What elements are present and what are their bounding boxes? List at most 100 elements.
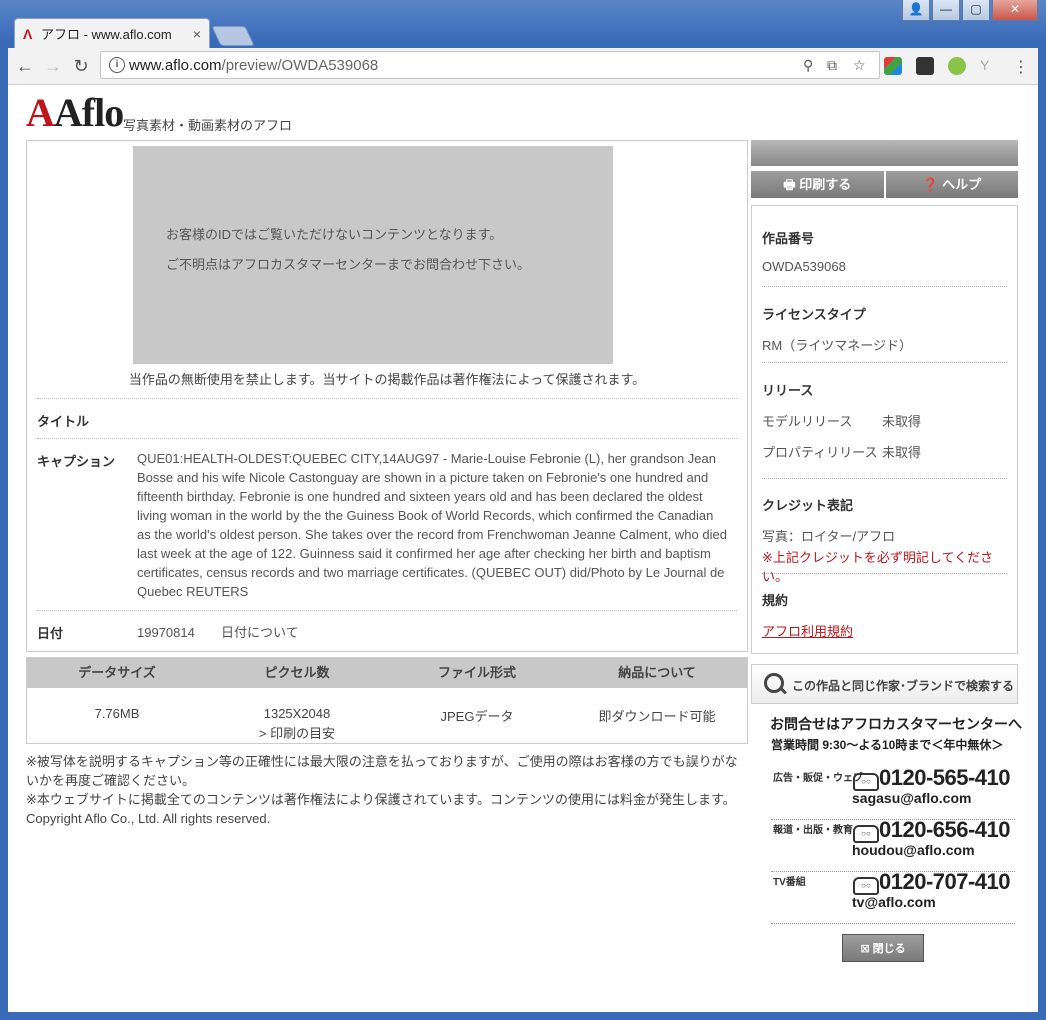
minimize-button[interactable]: —	[932, 0, 960, 21]
translate-icon[interactable]: ⧉	[827, 57, 837, 74]
logo-text: Aflo	[53, 90, 124, 135]
sidebar-header-bar	[751, 140, 1018, 166]
help-button-label: ヘルプ	[942, 177, 982, 192]
search-icon	[764, 673, 784, 693]
contact-mail[interactable]: tv@aflo.com	[852, 894, 936, 910]
page-content: AAflo 写真素材・動画素材のアフロ お客様のIDではご覧いただけないコンテン…	[8, 85, 1038, 1012]
menu-icon[interactable]: ⋮	[1012, 57, 1030, 76]
release-section: リリース モデルリリース 未取得 プロパティリリース 未取得	[762, 380, 1007, 479]
new-tab-button[interactable]	[211, 26, 255, 46]
browser-tab[interactable]: Ʌ アフロ - www.aflo.com ×	[14, 18, 210, 48]
info-icon[interactable]: i	[109, 57, 125, 73]
sidebar-buttons: 🖶 印刷する ❓ ヘルプ	[751, 171, 1018, 198]
terms-label: 規約	[762, 593, 789, 608]
work-no-value: OWDA539068	[762, 259, 846, 274]
close-button-label: 閉じる	[872, 943, 906, 955]
contact-tel[interactable]: 0120-565-410	[879, 765, 1011, 791]
specs-header: ファイル形式	[437, 665, 516, 680]
note-caption-accuracy: ※被写体を説明するキャプション等の正確性には最大限の注意を払っておりますが、ご使…	[26, 754, 738, 788]
preview-placeholder: お客様のIDではご覧いただけないコンテンツとなります。 ご不明点はアフロカスタマ…	[133, 146, 613, 364]
window-controls: 👤 — ▢ ✕	[902, 0, 1038, 21]
print-button-label: 印刷する	[799, 177, 852, 192]
copyright-footer: Copyright Aflo Co., Ltd. All rights rese…	[26, 811, 271, 826]
search-button-label: この作品と同じ作家･ブランドで検索する	[792, 679, 1015, 693]
contact-tel[interactable]: 0120-707-410	[879, 869, 1011, 895]
print-guide-link[interactable]: > 印刷の目安	[207, 723, 387, 742]
maximize-button[interactable]: ▢	[962, 0, 990, 21]
title-label: タイトル	[37, 414, 90, 429]
contact-type: 広告・販促・ウェブ	[773, 773, 863, 784]
bookmark-star-icon[interactable]: ☆	[853, 57, 866, 74]
model-release-label: モデルリリース	[762, 414, 853, 429]
tab-title: アフロ - www.aflo.com	[41, 27, 172, 42]
help-button[interactable]: ❓ ヘルプ	[885, 171, 1018, 198]
freedial-icon: ○○	[853, 773, 879, 791]
contact-hours: 営業時間 9:30～よる10時まで＜年中無休＞	[771, 738, 1004, 752]
specs-header: データサイズ	[78, 665, 156, 680]
site-tagline: 写真素材・動画素材のアフロ	[123, 118, 293, 133]
specs-header: 納品について	[618, 665, 696, 680]
close-window-button[interactable]: ✕	[992, 0, 1038, 21]
date-info-link[interactable]: 日付について	[221, 623, 299, 642]
contact-type: 報道・出版・教育	[773, 825, 853, 836]
model-release-value: 未取得	[882, 414, 922, 429]
license-value: RM（ライツマネージド）	[762, 338, 912, 353]
extension-badge-icon[interactable]	[916, 57, 934, 75]
credit-warning: ※上記クレジットを必ず明記してください。	[762, 550, 994, 584]
caption-label: キャプション	[37, 454, 116, 469]
close-icon: ⊠	[860, 943, 873, 955]
terms-link[interactable]: アフロ利用規約	[762, 621, 1007, 640]
date-value: 19970814	[137, 625, 195, 640]
reload-icon[interactable]: ↻	[70, 56, 92, 77]
print-button[interactable]: 🖶 印刷する	[751, 171, 884, 198]
caption-value: QUE01:HEALTH-OLDEST:QUEBEC CITY,14AUG97 …	[137, 451, 727, 599]
aflo-logo[interactable]: AAflo	[26, 89, 124, 136]
date-label: 日付	[37, 626, 64, 641]
date-row: 日付 19970814 日付について	[37, 610, 737, 651]
forward-icon[interactable]: →	[42, 56, 64, 77]
specs-header: ピクセル数	[264, 665, 330, 680]
pixel-count-cell: 1325X2048 > 印刷の目安	[207, 706, 387, 742]
contact-row: TV番組 ○○ 0120-707-410 tv@aflo.com	[771, 869, 1015, 924]
model-release-line: モデルリリース 未取得	[762, 411, 1007, 430]
pixel-count-value: 1325X2048	[263, 706, 331, 721]
question-icon: ❓	[922, 177, 943, 192]
key-icon[interactable]: ⚲	[803, 57, 813, 74]
credit-value: 写真：ロイター/アフロ	[762, 529, 896, 544]
extension-leaf-icon[interactable]: Y	[980, 57, 998, 75]
notes: ※被写体を説明するキャプション等の正確性には最大限の注意を払っておりますが、ご使…	[26, 752, 748, 828]
browser-toolbar: ← → ↻ i www.aflo.com/preview/OWDA539068 …	[8, 48, 1038, 85]
specs-value-row: 7.76MB 1325X2048 > 印刷の目安 JPEGデータ 即ダウンロード…	[27, 688, 747, 742]
close-button[interactable]: ⊠ 閉じる	[842, 934, 924, 962]
copyright-note: 当作品の無断使用を禁止します。当サイトの掲載作品は著作権法によって保護されます。	[128, 372, 646, 387]
contact-mail[interactable]: sagasu@aflo.com	[852, 790, 971, 806]
license-label: ライセンスタイプ	[762, 307, 866, 322]
url-host: www.aflo.com	[129, 57, 222, 74]
freedial-icon: ○○	[853, 825, 879, 843]
contact-tel[interactable]: 0120-656-410	[879, 817, 1011, 843]
property-release-line: プロパティリリース 未取得	[762, 442, 1007, 461]
note-copyright-law: ※本ウェブサイトに掲載全てのコンテンツは著作権法により保護されています。コンテン…	[26, 792, 736, 807]
extension-green-icon[interactable]	[948, 57, 966, 75]
release-label: リリース	[762, 383, 814, 398]
contact-mail[interactable]: houdou@aflo.com	[852, 842, 975, 858]
url-text[interactable]: www.aflo.com/preview/OWDA539068	[129, 57, 378, 74]
delivery-value: 即ダウンロード可能	[598, 709, 716, 724]
aflo-favicon-icon: Ʌ	[23, 25, 33, 42]
work-no-label: 作品番号	[762, 231, 815, 246]
work-no-section: 作品番号 OWDA539068	[762, 228, 1007, 287]
property-release-label: プロパティリリース	[762, 445, 878, 460]
extension-icon[interactable]	[884, 57, 902, 75]
address-bar[interactable]: i www.aflo.com/preview/OWDA539068 ⚲ ⧉ ☆	[100, 51, 880, 79]
specs-table: データサイズ ピクセル数 ファイル形式 納品について 7.76MB 1325X2…	[26, 657, 748, 744]
data-size-value: 7.76MB	[94, 706, 140, 721]
user-icon[interactable]: 👤	[902, 0, 930, 21]
terms-section: 規約 アフロ利用規約	[762, 590, 1007, 640]
tab-close-icon[interactable]: ×	[193, 26, 201, 42]
back-icon[interactable]: ←	[14, 56, 36, 77]
url-path: /preview/OWDA539068	[221, 57, 379, 74]
contact-row: 報道・出版・教育 ○○ 0120-656-410 houdou@aflo.com	[771, 817, 1015, 872]
same-artist-search-button[interactable]: この作品と同じ作家･ブランドで検索する	[751, 664, 1018, 704]
printer-icon: 🖶	[783, 177, 800, 192]
preview-message-1: お客様のIDではご覧いただけないコンテンツとなります。	[166, 227, 503, 242]
